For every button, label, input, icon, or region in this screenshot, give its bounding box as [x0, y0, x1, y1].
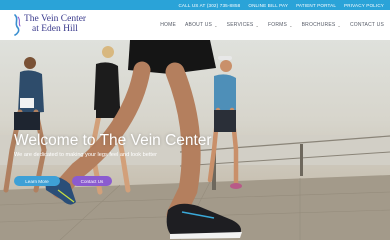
- chevron-down-icon: ⌄: [214, 22, 218, 28]
- nav-contact-us-label: CONTACT US: [349, 22, 384, 28]
- online-bill-pay-link[interactable]: ONLINE BILL PAY: [248, 3, 288, 8]
- nav-services-label: SERVICES: [226, 22, 254, 28]
- chevron-down-icon: ⌄: [289, 22, 293, 28]
- nav-home-label: HOME: [160, 22, 177, 28]
- utility-links: CALL US AT (302) 735-8858 ONLINE BILL PA…: [178, 0, 384, 10]
- nav-about-us[interactable]: ABOUT US ⌄: [185, 22, 218, 28]
- nav-forms[interactable]: FORMS ⌄: [268, 22, 293, 28]
- nav-brochures[interactable]: BROCHURES ⌄: [302, 22, 341, 28]
- logo-text-line1: The Vein Center: [24, 14, 87, 24]
- nav-brochures-label: BROCHURES: [301, 22, 336, 28]
- nav-about-us-label: ABOUT US: [185, 22, 213, 28]
- main-nav: HOME ABOUT US ⌄ SERVICES ⌄ FORMS ⌄ BROCHURE…: [160, 20, 384, 30]
- contact-us-button[interactable]: Contact Us: [72, 176, 112, 186]
- site-header: The Vein Center at Eden Hill HOME ABOUT …: [0, 10, 390, 40]
- nav-contact-us[interactable]: CONTACT US: [350, 22, 384, 28]
- chevron-down-icon: ⌄: [337, 22, 341, 28]
- patient-portal-link[interactable]: PATIENT PORTAL: [296, 3, 336, 8]
- nav-services[interactable]: SERVICES ⌄: [227, 22, 259, 28]
- top-utility-bar: CALL US AT (302) 735-8858 ONLINE BILL PA…: [0, 0, 390, 10]
- hero-title: Welcome to The Vein Center: [14, 132, 212, 149]
- chevron-down-icon: ⌄: [255, 22, 260, 28]
- privacy-policy-link[interactable]: PRIVACY POLICY: [344, 3, 384, 8]
- learn-more-button[interactable]: Learn More: [14, 176, 60, 186]
- site-logo[interactable]: The Vein Center at Eden Hill: [12, 13, 86, 37]
- hero-banner: Welcome to The Vein Center We are dedica…: [0, 40, 390, 240]
- logo-text-line2: at Eden Hill: [32, 24, 78, 34]
- hero-subtitle: We are dedicated to making your legs fee…: [14, 152, 157, 158]
- call-us-link[interactable]: CALL US AT (302) 735-8858: [178, 3, 240, 8]
- nav-home[interactable]: HOME: [160, 22, 176, 28]
- nav-forms-label: FORMS: [268, 22, 288, 28]
- vein-logo-icon: [14, 14, 21, 36]
